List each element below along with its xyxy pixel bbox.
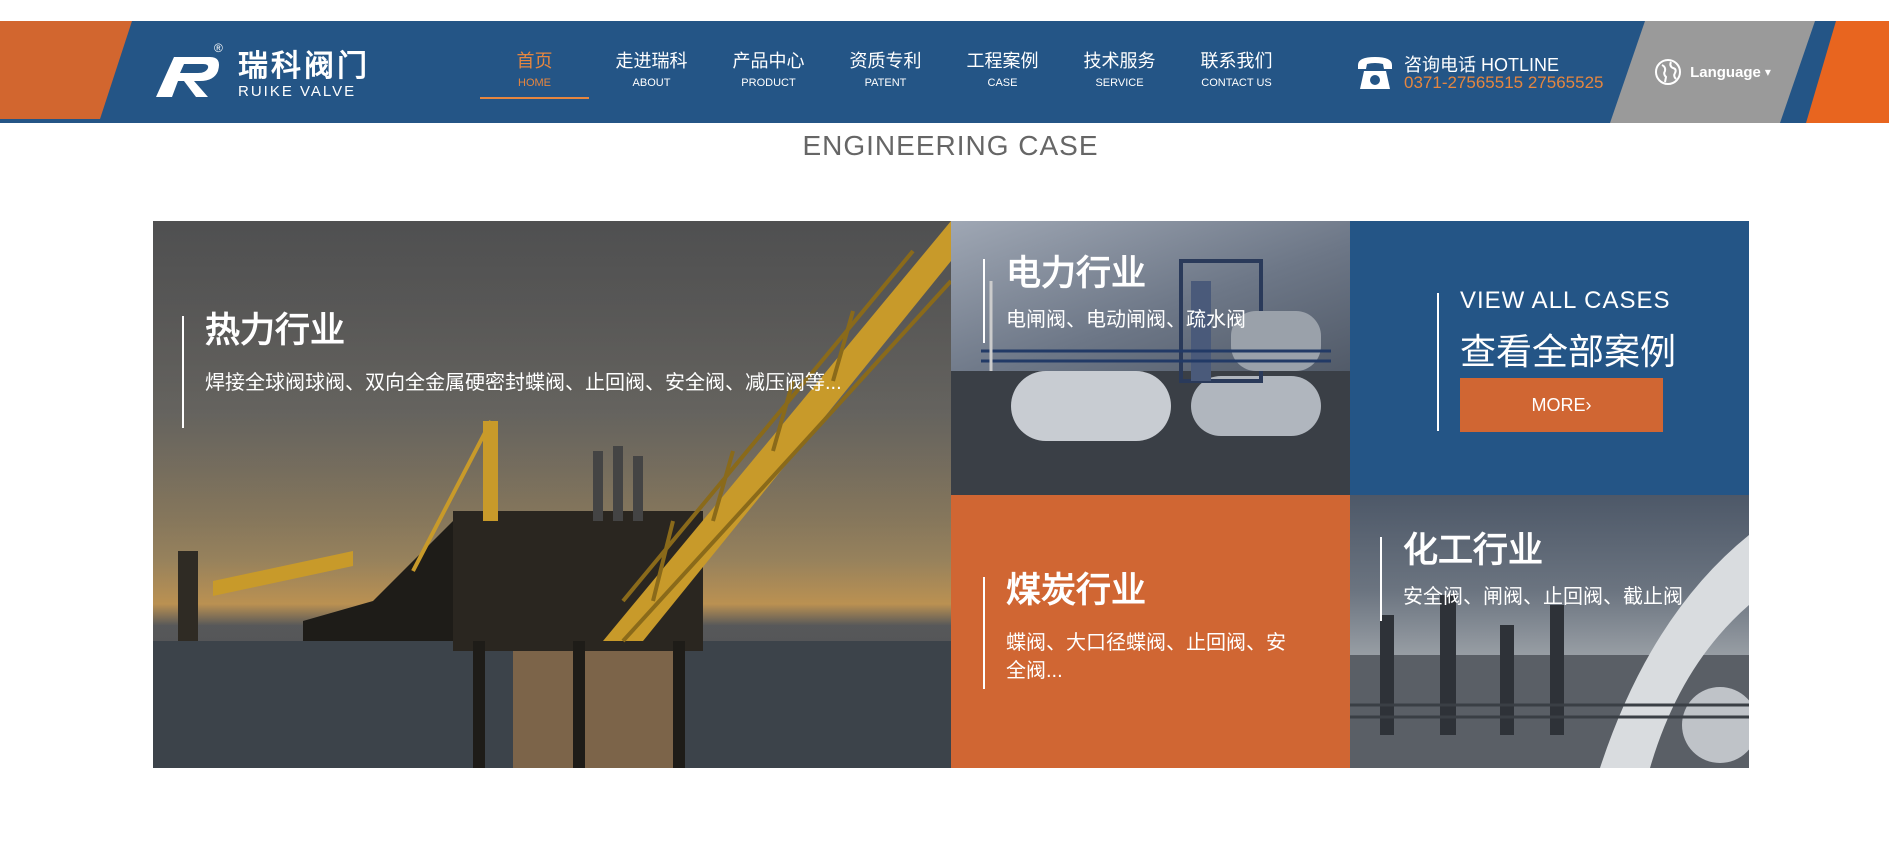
offshore-platform-photo [153,221,951,768]
language-selector[interactable]: Language ▾ [1610,21,1815,123]
nav-item-service[interactable]: 技术服务 SERVICE [1061,49,1178,119]
accent-line [983,259,985,343]
accent-line [182,316,184,428]
case-card-heat[interactable]: 热力行业 焊接全球阀球阀、双向全金属硬密封蝶阀、止回阀、安全阀、减压阀等... [153,221,951,768]
nav-label-cn: 产品中心 [732,51,805,71]
nav-label-en: ABOUT [632,77,671,89]
hotline-numbers[interactable]: 0371-27565515 27565525 [1404,73,1603,93]
case-card-chem[interactable]: 化工行业 安全阀、闸阀、止回阀、截止阀 [1350,495,1749,768]
chevron-right-icon: › [1585,395,1592,415]
nav-label-cn: 资质专利 [849,51,922,71]
brand-name-cn: 瑞科阀门 [238,50,370,83]
case-description: 蝶阀、大口径蝶阀、止回阀、安全阀... [1006,632,1286,682]
case-title: 煤炭行业 [1006,571,1147,610]
nav-item-contact[interactable]: 联系我们 CONTACT US [1178,49,1295,119]
registered-mark: ® [214,41,223,55]
case-description: 电闸阀、电动闸阀、疏水阀 [1006,309,1246,331]
section-title-en: ENGINEERING CASE [802,130,1099,161]
telephone-icon [1358,57,1392,89]
nav-item-product[interactable]: 产品中心 PRODUCT [710,49,827,119]
nav-label-cn: 联系我们 [1200,51,1273,71]
globe-icon [1655,59,1682,85]
nav-label-en: SERVICE [1095,77,1144,89]
nav-label-en: PATENT [864,77,907,89]
caret-down-icon: ▾ [1764,65,1771,79]
main-nav: 首页 HOME 走进瑞科 ABOUT 产品中心 PRODUCT 资质专利 PAT… [476,49,1295,119]
case-title: 化工行业 [1403,531,1544,570]
top-navigation-bar: ® 瑞科阀门 RUIKE VALVE 首页 HOME 走进瑞科 ABOUT 产品… [0,21,1889,123]
nav-label-en: CASE [987,77,1018,89]
nav-label-cn: 技术服务 [1083,51,1156,71]
nav-label-cn: 走进瑞科 [615,51,688,71]
nav-label-en: CONTACT US [1201,77,1272,89]
case-card-coal[interactable]: 煤炭行业 蝶阀、大口径蝶阀、止回阀、安全阀... [951,495,1350,768]
orange-corner-decoration [0,21,132,119]
case-description: 安全阀、闸阀、止回阀、截止阀 [1403,586,1683,608]
nav-item-home[interactable]: 首页 HOME [476,49,593,119]
nav-label-en: PRODUCT [741,77,796,89]
accent-line [1437,293,1439,431]
accent-line [983,577,985,689]
nav-item-about[interactable]: 走进瑞科 ABOUT [593,49,710,119]
orange-corner-decoration-right [1806,21,1889,123]
nav-label-cn: 首页 [516,51,553,71]
nav-item-case[interactable]: 工程案例 CASE [944,49,1061,119]
case-card-power[interactable]: 电力行业 电闸阀、电动闸阀、疏水阀 [951,221,1350,495]
more-button-label: MORE [1531,395,1586,415]
case-title: 电力行业 [1006,254,1147,293]
nav-label-cn: 工程案例 [966,51,1039,71]
language-label: Language [1690,63,1761,81]
nav-item-patent[interactable]: 资质专利 PATENT [827,49,944,119]
view-all-cases-card: VIEW ALL CASES 查看全部案例 MORE› [1350,221,1749,495]
case-title: 热力行业 [205,311,346,350]
nav-label-en: HOME [518,77,551,89]
accent-line [1380,537,1382,621]
more-button[interactable]: MORE› [1460,378,1663,432]
case-description: 焊接全球阀球阀、双向全金属硬密封蝶阀、止回阀、安全阀、减压阀等... [205,372,842,394]
view-all-title-cn: 查看全部案例 [1460,331,1677,372]
brand-logo[interactable]: ® 瑞科阀门 RUIKE VALVE [152,41,382,103]
brand-name-en: RUIKE VALVE [238,83,357,100]
view-all-title-en: VIEW ALL CASES [1460,287,1671,314]
ruike-logo-icon [156,57,219,97]
